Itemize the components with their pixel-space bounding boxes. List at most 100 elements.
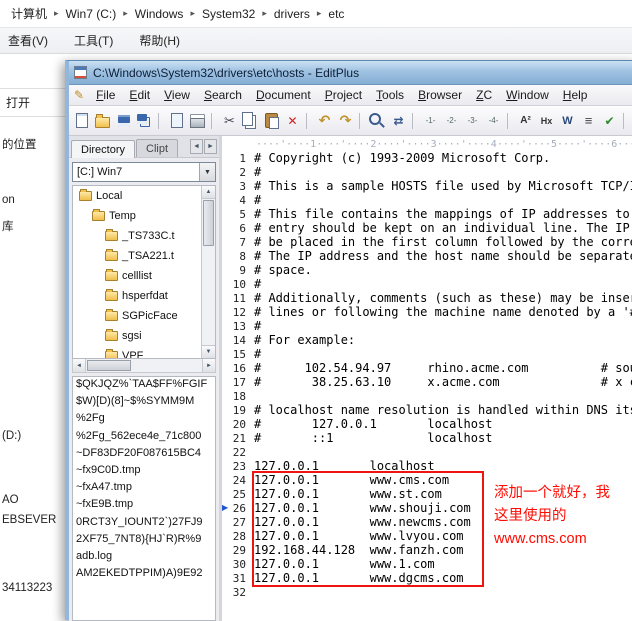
file-item[interactable]: ~fxE9B.tmp [73,498,215,515]
redo-icon[interactable]: ↷ [336,111,355,130]
breadcrumb-item[interactable]: Win7 (C:) [63,5,120,23]
editor-line[interactable]: 1# Copyright (c) 1993-2009 Microsoft Cor… [222,151,632,165]
editor[interactable]: ····'····1····'····2····'····3····'····4… [222,136,632,621]
editor-line[interactable]: 10# [222,277,632,291]
menu-item[interactable]: Browser [411,86,469,104]
menu-item[interactable]: ZC [469,86,499,104]
paste-icon[interactable] [262,111,281,130]
editor-line[interactable]: 11# Additionally, comments (such as thes… [222,291,632,305]
file-item[interactable]: %2Fg_562ece4e_71c800 [73,430,215,447]
editor-line[interactable]: 5# This file contains the mappings of IP… [222,207,632,221]
scroll-down-icon[interactable]: ▼ [202,345,215,358]
explorer-menu-item[interactable]: 帮助(H) [139,32,180,49]
editor-line[interactable]: 31127.0.0.1 www.dgcms.com [222,571,632,585]
hex-view-icon[interactable]: Hx [537,111,556,130]
print-icon[interactable] [188,111,207,130]
editor-line[interactable]: 16# 102.54.94.97 rhino.acme.com # source… [222,361,632,375]
tree-item[interactable]: celllist [73,266,215,286]
file-item[interactable]: $QKJQZ%`TAA$FF%FGIF [73,378,215,395]
file-item[interactable]: ~DF83DF20F087615BC4 [73,447,215,464]
editor-line[interactable]: 7# be placed in the first column followe… [222,235,632,249]
title-bar[interactable]: C:\Windows\System32\drivers\etc\hosts - … [69,61,632,85]
undo-icon[interactable]: ↶ [315,111,334,130]
file-item[interactable]: 2XF75_7NT8){HJ`R)R%9 [73,533,215,550]
explorer-menu-item[interactable]: 工具(T) [74,32,113,49]
file-item[interactable]: %2Fg [73,412,215,429]
tree-item[interactable]: SGPicFace [73,306,215,326]
tab-scroll-left-icon[interactable]: ◄ [190,139,203,154]
file-item[interactable]: AM2EKEDTPPIM)A)9E92 [73,567,215,584]
word-wrap-icon[interactable]: W [558,111,577,130]
tree-item[interactable]: _TSA221.t [73,246,215,266]
editor-line[interactable]: 14# For example: [222,333,632,347]
file-item[interactable]: 0RCT3Y_IOUNT2`)27FJ9 [73,516,215,533]
file-item[interactable]: adb.log [73,550,215,567]
editor-line[interactable]: 9# space. [222,263,632,277]
breadcrumb-item[interactable]: 计算机 [8,3,50,24]
tab-directory[interactable]: Directory [71,140,135,158]
editor-line[interactable]: 6# entry should be kept on an individual… [222,221,632,235]
editor-line[interactable]: 22 [222,445,632,459]
editor-line[interactable]: 15# [222,347,632,361]
background-list-item[interactable]: (D:) [2,430,21,442]
background-list-item[interactable]: 的位置 [2,136,37,152]
print-preview-icon[interactable] [167,111,186,130]
scrollbar-thumb[interactable] [203,200,214,246]
font-size-icon[interactable]: A² [516,111,535,130]
open-file-icon[interactable] [93,111,112,130]
editor-line[interactable]: 18 [222,389,632,403]
chevron-down-icon[interactable]: ▼ [199,163,215,181]
editor-line[interactable]: 13# [222,319,632,333]
breadcrumb-item[interactable]: drivers [271,5,313,23]
tab-cliptext[interactable]: Clipt [136,139,178,157]
editor-line[interactable]: 8# The IP address and the host name shou… [222,249,632,263]
tree-item[interactable]: Temp [73,206,215,226]
tree-item[interactable]: _TS733C.t [73,226,215,246]
breadcrumb-item[interactable]: System32 [199,5,258,23]
spell-check-icon[interactable]: ✔ [600,111,619,130]
background-list-item[interactable]: 库 [2,218,14,234]
copy-icon[interactable] [241,111,260,130]
menu-item[interactable]: Help [556,86,595,104]
tree-item[interactable]: sgsi [73,326,215,346]
line-list-icon[interactable]: ≡ [579,111,598,130]
menu-item[interactable]: Document [249,86,318,104]
new-file-icon[interactable] [72,111,91,130]
scroll-right-icon[interactable]: ► [202,359,215,372]
menu-item[interactable]: Project [318,86,369,104]
find-icon[interactable] [368,111,387,130]
explorer-menu-item[interactable]: 查看(V) [8,32,48,49]
delete-icon[interactable]: ✕ [283,111,302,130]
file-item[interactable]: $W)[D)(8]~$%SYMM9M [73,395,215,412]
tree-horizontal-scrollbar[interactable]: ◄ ► [72,359,216,373]
background-list-item[interactable]: 34113223 [2,582,52,594]
menu-item[interactable]: Search [197,86,249,104]
editor-line[interactable]: 19# localhost name resolution is handled… [222,403,632,417]
editor-line[interactable]: 32 [222,585,632,599]
editor-line[interactable]: 23127.0.0.1 localhost [222,459,632,473]
menu-item[interactable]: File [89,86,122,104]
marker-2-icon[interactable]: -2- [442,111,461,130]
menu-item[interactable]: View [157,86,197,104]
breadcrumb-item[interactable]: Windows [132,5,187,23]
menu-item[interactable]: Window [499,86,556,104]
save-icon[interactable] [114,111,133,130]
breadcrumb-item[interactable]: etc [325,5,347,23]
scroll-left-icon[interactable]: ◄ [73,359,86,372]
background-list-item[interactable]: on [2,194,15,206]
editor-line[interactable]: 17# 38.25.63.10 x.acme.com # x client ho… [222,375,632,389]
scroll-up-icon[interactable]: ▲ [202,186,215,199]
file-item[interactable]: ~fx9C0D.tmp [73,464,215,481]
tree-vertical-scrollbar[interactable]: ▲ ▼ [201,186,215,358]
tree-item[interactable]: VPF [73,346,215,359]
save-all-icon[interactable] [135,111,154,130]
drive-selector[interactable]: [C:] Win7 ▼ [72,162,216,182]
editor-line[interactable]: 30127.0.0.1 www.1.com [222,557,632,571]
tab-scroll-right-icon[interactable]: ► [204,139,217,154]
background-list-item[interactable]: EBSEVER [2,514,56,526]
file-item[interactable]: ~fxA47.tmp [73,481,215,498]
background-list-item[interactable]: AO [2,494,19,506]
tree-item[interactable]: hsperfdat [73,286,215,306]
marker-4-icon[interactable]: -4- [484,111,503,130]
tree-item[interactable]: Local [73,186,215,206]
